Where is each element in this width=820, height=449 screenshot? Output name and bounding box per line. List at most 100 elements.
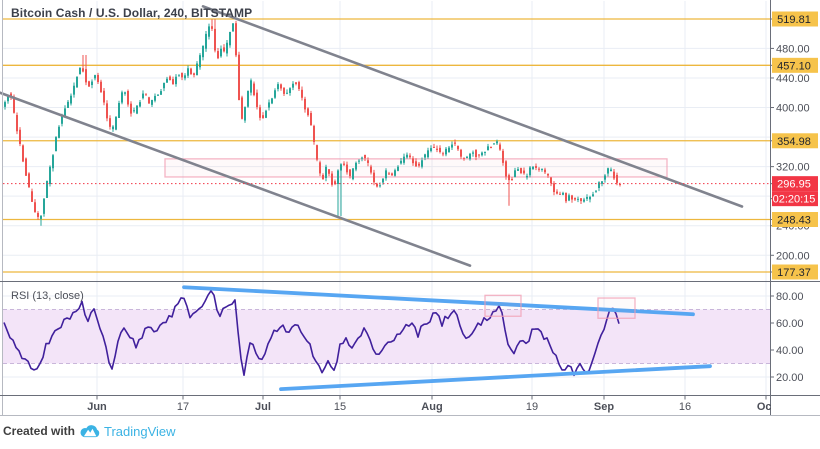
rsi-highlight-rect[interactable] (485, 295, 521, 316)
candle-body (589, 197, 591, 199)
tradingview-logo-icon[interactable] (79, 424, 100, 438)
price-badge-label: 02:20:15 (773, 194, 816, 206)
candle-body (262, 115, 264, 118)
candle-body (469, 154, 471, 159)
candle-body (475, 150, 477, 157)
rsi-trendline[interactable] (281, 366, 710, 389)
candle-body (565, 193, 567, 201)
candle-body (484, 152, 486, 153)
candle-body (307, 108, 309, 115)
candle-body (517, 169, 519, 171)
candle-body (112, 127, 114, 130)
candle-body (136, 106, 138, 114)
candle-body (295, 82, 297, 84)
candle-body (4, 102, 6, 107)
time-axis-label: 16 (679, 401, 691, 413)
candle-body (202, 46, 204, 57)
chart-canvas[interactable]: Jun17Jul15Aug19Sep16Oct 480.00440.00400.0… (0, 0, 820, 449)
price-badge-label: 248.43 (777, 214, 811, 226)
rsi-pane[interactable] (3, 287, 770, 389)
candle-body (433, 147, 435, 148)
candle-body (577, 199, 579, 200)
candle-body (472, 152, 474, 153)
time-axis-label: 17 (177, 401, 189, 413)
candle-body (493, 143, 495, 144)
candle-body (382, 179, 384, 183)
candle-body (538, 169, 540, 170)
candle-body (406, 155, 408, 158)
candle-body (424, 154, 426, 157)
candle-body (88, 81, 90, 86)
candle-body (169, 77, 171, 80)
candle-body (505, 161, 507, 176)
candle-body (598, 182, 600, 188)
rsi-highlight-rect[interactable] (598, 298, 635, 318)
candle-body (331, 174, 333, 185)
candle-body (454, 143, 456, 144)
candle-body (196, 63, 198, 75)
candle-body (445, 149, 447, 155)
candle-body (151, 100, 153, 105)
candle-body (178, 75, 180, 76)
time-axis-label: 15 (334, 401, 346, 413)
candle-body (226, 43, 228, 54)
candle-body (124, 92, 126, 93)
candle-body (550, 177, 552, 183)
candle-body (436, 149, 438, 150)
candle-body (610, 170, 612, 171)
candle-body (376, 184, 378, 187)
candle-body (175, 77, 177, 84)
candle-body (394, 170, 396, 176)
candle-body (574, 198, 576, 200)
candle-body (487, 146, 489, 150)
tradingview-brand-link[interactable]: TradingView (104, 424, 176, 439)
candle-body (229, 32, 231, 45)
candle-body (157, 95, 159, 96)
candle-body (277, 84, 279, 89)
price-badge-label: 457.10 (777, 60, 811, 72)
price-pane[interactable] (0, 6, 770, 272)
candle-body (511, 179, 513, 180)
candle-body (313, 126, 315, 142)
candle-body (286, 93, 288, 94)
candle-body (16, 115, 18, 131)
price-axis[interactable]: 480.00440.00400.00320.00240.00200.0080.0… (770, 12, 818, 385)
price-badge-label: 296.95 (777, 179, 811, 191)
candle-body (457, 146, 459, 149)
candle-body (379, 185, 381, 186)
candle-body (172, 79, 174, 84)
candle-body (583, 200, 585, 202)
candle-body (100, 82, 102, 92)
candle-body (106, 103, 108, 118)
candle-body (337, 170, 339, 184)
candle-body (298, 82, 300, 89)
candle-body (556, 192, 558, 194)
candle-body (601, 181, 603, 184)
candle-body (301, 90, 303, 98)
candle-body (91, 82, 93, 85)
candle-body (352, 168, 354, 179)
candle-body (355, 163, 357, 170)
candle-body (283, 88, 285, 94)
candle-body (160, 91, 162, 95)
time-axis-label: 19 (526, 401, 538, 413)
candle-body (322, 175, 324, 179)
time-axis[interactable]: Jun17Jul15Aug19Sep16Oct (87, 396, 775, 413)
candle-body (292, 84, 294, 88)
candle-body (514, 170, 516, 177)
created-with-label: Created with (3, 424, 75, 438)
candle-body (121, 92, 123, 102)
candle-body (130, 104, 132, 114)
candle-body (319, 162, 321, 173)
candle-body (397, 167, 399, 171)
candle-body (421, 160, 423, 167)
rsi-band (3, 310, 770, 364)
candle-body (40, 216, 42, 219)
candle-body (19, 130, 21, 144)
candle-body (94, 75, 96, 78)
tradingview-chart: Jun17Jul15Aug19Sep16Oct 480.00440.00400.0… (0, 0, 820, 449)
candle-body (238, 55, 240, 100)
candle-body (553, 183, 555, 192)
candle-body (595, 191, 597, 192)
price-trendline[interactable] (0, 93, 470, 266)
